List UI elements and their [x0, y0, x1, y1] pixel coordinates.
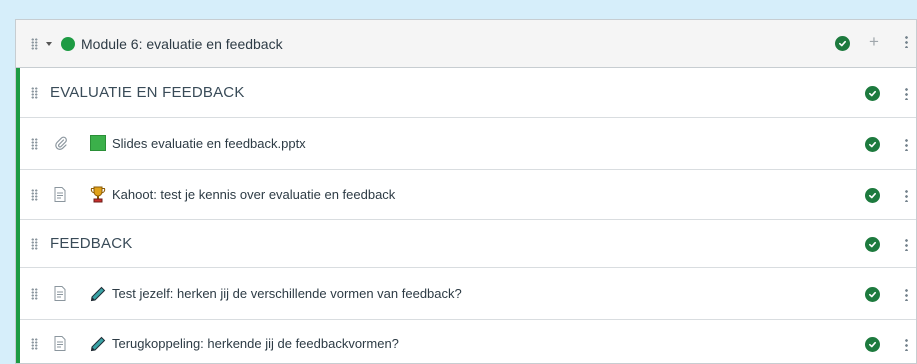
document-icon	[54, 187, 66, 202]
published-dot-icon	[61, 36, 75, 51]
kebab-menu-icon[interactable]	[905, 35, 908, 48]
list-item[interactable]: Terugkoppeling: herkende jij de feedback…	[20, 320, 916, 363]
list-item[interactable]: Kahoot: test je kennis over evaluatie en…	[20, 170, 916, 220]
drag-handle-icon[interactable]	[31, 238, 38, 250]
item-title-link[interactable]: Terugkoppeling: herkende jij de feedback…	[112, 336, 399, 351]
item-title-link[interactable]: Kahoot: test je kennis over evaluatie en…	[112, 187, 395, 202]
kebab-menu-icon[interactable]	[905, 87, 908, 100]
module-items-list: EVALUATIE EN FEEDBACK Slides evaluatie e…	[16, 68, 916, 363]
published-check-icon[interactable]	[865, 137, 880, 152]
document-icon	[54, 336, 66, 351]
pencil-icon	[90, 286, 106, 302]
drag-handle-icon[interactable]	[31, 87, 38, 99]
pencil-icon	[90, 336, 106, 352]
kebab-menu-icon[interactable]	[905, 238, 908, 251]
drag-handle-icon[interactable]	[31, 288, 38, 300]
drag-handle-icon[interactable]	[31, 37, 38, 50]
list-item[interactable]: Test jezelf: herken jij de verschillende…	[20, 268, 916, 320]
published-check-icon[interactable]	[835, 36, 850, 51]
text-header-label: FEEDBACK	[50, 235, 133, 252]
green-square-icon	[90, 135, 106, 151]
text-header-label: EVALUATIE EN FEEDBACK	[50, 84, 245, 101]
kebab-menu-icon[interactable]	[905, 288, 908, 301]
item-title-link[interactable]: Test jezelf: herken jij de verschillende…	[112, 286, 462, 301]
kebab-menu-icon[interactable]	[905, 338, 908, 351]
drag-handle-icon[interactable]	[31, 338, 38, 350]
kebab-menu-icon[interactable]	[905, 138, 908, 151]
module-container: Module 6: evaluatie en feedback + EVALUA…	[15, 19, 917, 364]
item-title-link[interactable]: Slides evaluatie en feedback.pptx	[112, 136, 306, 151]
published-check-icon[interactable]	[865, 86, 880, 101]
published-check-icon[interactable]	[865, 337, 880, 352]
drag-handle-icon[interactable]	[31, 189, 38, 201]
paperclip-icon	[54, 136, 68, 150]
published-check-icon[interactable]	[865, 287, 880, 302]
add-item-button[interactable]: +	[869, 32, 879, 52]
document-icon	[54, 286, 66, 301]
drag-handle-icon[interactable]	[31, 138, 38, 150]
published-check-icon[interactable]	[865, 188, 880, 203]
list-item[interactable]: Slides evaluatie en feedback.pptx	[20, 118, 916, 170]
kebab-menu-icon[interactable]	[905, 189, 908, 202]
list-item: FEEDBACK	[20, 220, 916, 268]
trophy-icon	[90, 186, 106, 203]
list-item: EVALUATIE EN FEEDBACK	[20, 68, 916, 118]
caret-down-icon[interactable]	[46, 41, 52, 46]
module-title[interactable]: Module 6: evaluatie en feedback	[81, 36, 283, 52]
module-header[interactable]: Module 6: evaluatie en feedback +	[16, 20, 916, 68]
published-check-icon[interactable]	[865, 237, 880, 252]
